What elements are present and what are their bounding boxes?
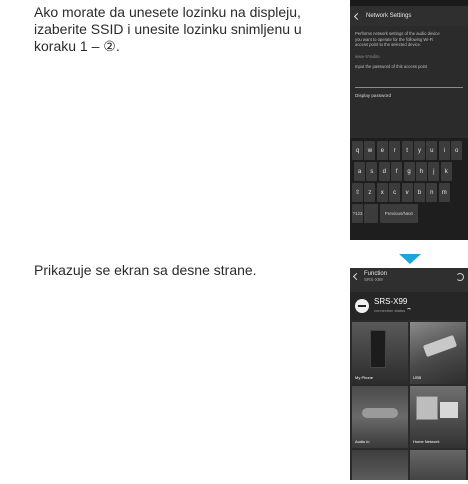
- display-password-option[interactable]: Display password: [355, 93, 463, 99]
- power-icon[interactable]: [355, 299, 369, 313]
- symbols-key[interactable]: ?123: [352, 204, 363, 223]
- instruction-step-1: Ako morate da unesete lozinku na displej…: [34, 4, 302, 54]
- tile-home-network[interactable]: Home Network: [410, 386, 466, 448]
- key[interactable]: y: [413, 141, 425, 160]
- key[interactable]: b: [413, 183, 425, 202]
- shift-key[interactable]: ⇧: [352, 183, 363, 202]
- instruction-step-2: Prikazuje se ekran sa desne strane.: [34, 262, 257, 278]
- back-icon[interactable]: [353, 273, 360, 280]
- key[interactable]: t: [401, 141, 413, 160]
- tile-audio-in[interactable]: Audio in: [352, 386, 408, 448]
- key[interactable]: g: [403, 162, 415, 181]
- tile-label: Home Network: [413, 439, 440, 444]
- space-key[interactable]: Previous/Next: [379, 204, 418, 223]
- key[interactable]: i: [438, 141, 450, 160]
- key[interactable]: r: [389, 141, 401, 160]
- keyboard-row-3: ⇧ z x c v b n m: [350, 183, 468, 202]
- tile-label: My Phone: [355, 375, 374, 380]
- key[interactable]: e: [376, 141, 388, 160]
- password-prompt: Input the password of this access point: [355, 64, 428, 69]
- device-status: connection status: [374, 306, 412, 315]
- key[interactable]: a: [354, 162, 365, 181]
- network-settings-screenshot: Network Settings Performs network settin…: [350, 0, 468, 240]
- device-bar[interactable]: SRS-X99 connection status: [350, 292, 468, 320]
- network-settings-description: Performs network settings of the audio d…: [355, 31, 440, 47]
- comma-key[interactable]: [364, 204, 379, 223]
- ssid-label: www-5Yadiru: [355, 53, 380, 59]
- key[interactable]: x: [376, 183, 388, 202]
- tile-more-2[interactable]: [410, 450, 466, 480]
- key[interactable]: s: [366, 162, 378, 181]
- refresh-icon[interactable]: [456, 273, 464, 281]
- function-screenshot: Function SRS-X99 SRS-X99 connection stat…: [350, 268, 468, 480]
- key[interactable]: w: [364, 141, 376, 160]
- function-header: Function SRS-X99: [350, 268, 468, 292]
- function-grid: My Phone USB Audio in Home Network: [350, 320, 468, 480]
- back-icon[interactable]: [354, 13, 361, 20]
- key[interactable]: k: [440, 162, 452, 181]
- network-device-image: [416, 396, 438, 420]
- tile-label: Audio in: [355, 439, 370, 444]
- audio-cable-image: [362, 408, 398, 418]
- key[interactable]: f: [391, 162, 403, 181]
- network-settings-header: Network Settings: [350, 6, 468, 26]
- key[interactable]: j: [428, 162, 440, 181]
- key[interactable]: h: [415, 162, 427, 181]
- key[interactable]: n: [426, 183, 438, 202]
- password-input[interactable]: [355, 73, 463, 88]
- key[interactable]: q: [352, 141, 363, 160]
- wifi-icon: [407, 308, 412, 312]
- key[interactable]: m: [438, 183, 450, 202]
- key[interactable]: c: [389, 183, 401, 202]
- key[interactable]: o: [451, 141, 463, 160]
- on-screen-keyboard: q w e r t y u i o a s d f g h j k ⇧ z x …: [350, 138, 468, 240]
- key[interactable]: v: [401, 183, 413, 202]
- network-settings-title: Network Settings: [366, 13, 412, 19]
- tile-my-phone[interactable]: My Phone: [352, 322, 408, 384]
- key[interactable]: d: [378, 162, 390, 181]
- function-subtitle: SRS-X99: [364, 277, 383, 282]
- tile-label: USB: [413, 375, 422, 380]
- tile-more-1[interactable]: [352, 450, 408, 480]
- keyboard-row-1: q w e r t y u i o: [350, 141, 468, 160]
- phone-image: [370, 330, 386, 368]
- tile-usb[interactable]: USB: [410, 322, 466, 384]
- down-arrow-icon: [399, 254, 421, 264]
- key[interactable]: u: [426, 141, 438, 160]
- device-name: SRS-X99: [374, 297, 408, 306]
- keyboard-row-4: ?123 Previous/Next: [350, 204, 468, 223]
- key[interactable]: z: [364, 183, 376, 202]
- keyboard-row-2: a s d f g h j k: [350, 162, 468, 181]
- network-device-image: [440, 402, 458, 418]
- usb-image: [422, 334, 458, 358]
